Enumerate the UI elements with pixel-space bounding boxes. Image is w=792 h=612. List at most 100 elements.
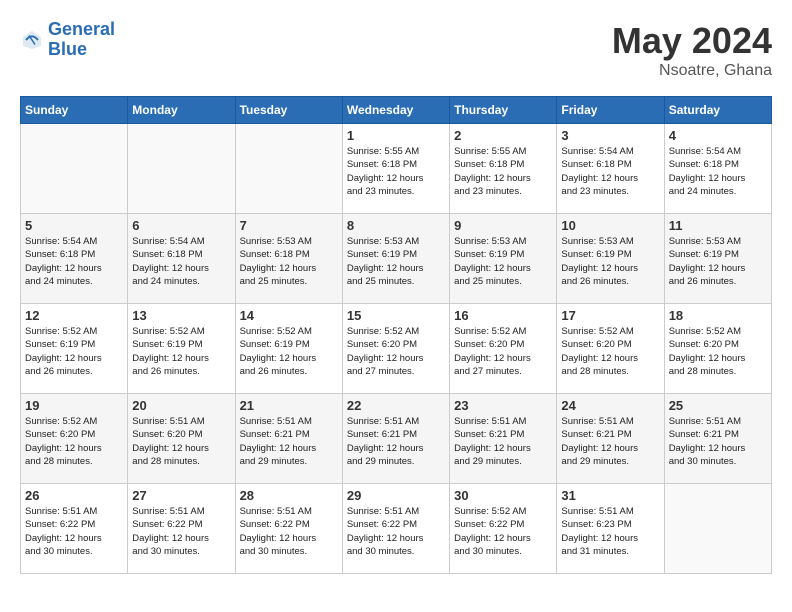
day-number: 12: [25, 308, 123, 323]
day-number: 24: [561, 398, 659, 413]
calendar-day-cell: 22 Sunrise: 5:51 AM Sunset: 6:21 PM Dayli…: [342, 394, 449, 484]
day-info: Sunrise: 5:52 AM Sunset: 6:19 PM Dayligh…: [25, 325, 123, 378]
day-number: 20: [132, 398, 230, 413]
day-info: Sunrise: 5:51 AM Sunset: 6:22 PM Dayligh…: [25, 505, 123, 558]
day-number: 3: [561, 128, 659, 143]
calendar-day-cell: 2Sunrise: 5:55 AM Sunset: 6:18 PM Daylig…: [450, 124, 557, 214]
calendar-day-cell: 20 Sunrise: 5:51 AM Sunset: 6:20 PM Dayli…: [128, 394, 235, 484]
day-info: Sunrise: 5:52 AM Sunset: 6:22 PM Dayligh…: [454, 505, 552, 558]
day-number: 9: [454, 218, 552, 233]
calendar-day-cell: 3 Sunrise: 5:54 AM Sunset: 6:18 PM Daylig…: [557, 124, 664, 214]
calendar-table: SundayMondayTuesdayWednesdayThursdayFrid…: [20, 96, 772, 574]
month-year: May 2024: [612, 20, 772, 62]
weekday-header-cell: Friday: [557, 97, 664, 124]
day-number: 8: [347, 218, 445, 233]
day-info: Sunrise: 5:54 AM Sunset: 6:18 PM Dayligh…: [669, 145, 767, 198]
calendar-day-cell: [235, 124, 342, 214]
day-number: 4: [669, 128, 767, 143]
day-info: Sunrise: 5:53 AM Sunset: 6:19 PM Dayligh…: [669, 235, 767, 288]
page-header: General Blue May 2024 Nsoatre, Ghana: [20, 20, 772, 80]
day-number: 6: [132, 218, 230, 233]
calendar-day-cell: 12 Sunrise: 5:52 AM Sunset: 6:19 PM Dayli…: [21, 304, 128, 394]
day-number: 2: [454, 128, 552, 143]
day-info: Sunrise: 5:51 AM Sunset: 6:21 PM Dayligh…: [561, 415, 659, 468]
day-info: Sunrise: 5:54 AM Sunset: 6:18 PM Dayligh…: [561, 145, 659, 198]
day-info: Sunrise: 5:51 AM Sunset: 6:21 PM Dayligh…: [347, 415, 445, 468]
day-info: Sunrise: 5:51 AM Sunset: 6:22 PM Dayligh…: [132, 505, 230, 558]
day-number: 5: [25, 218, 123, 233]
calendar-week-row: 26 Sunrise: 5:51 AM Sunset: 6:22 PM Dayli…: [21, 484, 772, 574]
day-number: 28: [240, 488, 338, 503]
calendar-day-cell: 6 Sunrise: 5:54 AM Sunset: 6:18 PM Daylig…: [128, 214, 235, 304]
day-info: Sunrise: 5:53 AM Sunset: 6:18 PM Dayligh…: [240, 235, 338, 288]
weekday-header-cell: Thursday: [450, 97, 557, 124]
day-info: Sunrise: 5:52 AM Sunset: 6:19 PM Dayligh…: [240, 325, 338, 378]
calendar-week-row: 19Sunrise: 5:52 AM Sunset: 6:20 PM Dayli…: [21, 394, 772, 484]
day-number: 29: [347, 488, 445, 503]
calendar-day-cell: 17Sunrise: 5:52 AM Sunset: 6:20 PM Dayli…: [557, 304, 664, 394]
day-info: Sunrise: 5:53 AM Sunset: 6:19 PM Dayligh…: [347, 235, 445, 288]
title-block: May 2024 Nsoatre, Ghana: [612, 20, 772, 80]
calendar-day-cell: 30 Sunrise: 5:52 AM Sunset: 6:22 PM Dayli…: [450, 484, 557, 574]
calendar-week-row: 12 Sunrise: 5:52 AM Sunset: 6:19 PM Dayli…: [21, 304, 772, 394]
day-info: Sunrise: 5:51 AM Sunset: 6:21 PM Dayligh…: [240, 415, 338, 468]
day-info: Sunrise: 5:51 AM Sunset: 6:21 PM Dayligh…: [454, 415, 552, 468]
calendar-day-cell: 31 Sunrise: 5:51 AM Sunset: 6:23 PM Dayli…: [557, 484, 664, 574]
calendar-day-cell: [21, 124, 128, 214]
day-info: Sunrise: 5:52 AM Sunset: 6:20 PM Dayligh…: [25, 415, 123, 468]
logo: General Blue: [20, 20, 115, 60]
calendar-day-cell: [664, 484, 771, 574]
day-number: 15: [347, 308, 445, 323]
day-number: 10: [561, 218, 659, 233]
day-number: 14: [240, 308, 338, 323]
day-info: Sunrise: 5:51 AM Sunset: 6:21 PM Dayligh…: [669, 415, 767, 468]
day-info: Sunrise: 5:52 AM Sunset: 6:20 PM Dayligh…: [454, 325, 552, 378]
calendar-day-cell: 11Sunrise: 5:53 AM Sunset: 6:19 PM Dayli…: [664, 214, 771, 304]
day-number: 22: [347, 398, 445, 413]
day-info: Sunrise: 5:51 AM Sunset: 6:22 PM Dayligh…: [347, 505, 445, 558]
calendar-day-cell: 10Sunrise: 5:53 AM Sunset: 6:19 PM Dayli…: [557, 214, 664, 304]
calendar-day-cell: 7 Sunrise: 5:53 AM Sunset: 6:18 PM Daylig…: [235, 214, 342, 304]
calendar-week-row: 5 Sunrise: 5:54 AM Sunset: 6:18 PM Daylig…: [21, 214, 772, 304]
logo-blue: Blue: [48, 39, 87, 59]
calendar-day-cell: 4 Sunrise: 5:54 AM Sunset: 6:18 PM Daylig…: [664, 124, 771, 214]
day-info: Sunrise: 5:52 AM Sunset: 6:20 PM Dayligh…: [669, 325, 767, 378]
day-info: Sunrise: 5:51 AM Sunset: 6:20 PM Dayligh…: [132, 415, 230, 468]
day-number: 31: [561, 488, 659, 503]
calendar-day-cell: 5 Sunrise: 5:54 AM Sunset: 6:18 PM Daylig…: [21, 214, 128, 304]
day-info: Sunrise: 5:54 AM Sunset: 6:18 PM Dayligh…: [132, 235, 230, 288]
calendar-day-cell: 9 Sunrise: 5:53 AM Sunset: 6:19 PM Daylig…: [450, 214, 557, 304]
day-info: Sunrise: 5:53 AM Sunset: 6:19 PM Dayligh…: [454, 235, 552, 288]
day-info: Sunrise: 5:54 AM Sunset: 6:18 PM Dayligh…: [25, 235, 123, 288]
day-number: 30: [454, 488, 552, 503]
day-number: 23: [454, 398, 552, 413]
calendar-day-cell: 14 Sunrise: 5:52 AM Sunset: 6:19 PM Dayli…: [235, 304, 342, 394]
day-number: 25: [669, 398, 767, 413]
day-info: Sunrise: 5:51 AM Sunset: 6:22 PM Dayligh…: [240, 505, 338, 558]
calendar-day-cell: 24 Sunrise: 5:51 AM Sunset: 6:21 PM Dayli…: [557, 394, 664, 484]
weekday-header-cell: Monday: [128, 97, 235, 124]
calendar-day-cell: 29 Sunrise: 5:51 AM Sunset: 6:22 PM Dayli…: [342, 484, 449, 574]
weekday-header-cell: Saturday: [664, 97, 771, 124]
calendar-day-cell: 16Sunrise: 5:52 AM Sunset: 6:20 PM Dayli…: [450, 304, 557, 394]
day-number: 1: [347, 128, 445, 143]
calendar-day-cell: 26 Sunrise: 5:51 AM Sunset: 6:22 PM Dayli…: [21, 484, 128, 574]
day-number: 13: [132, 308, 230, 323]
calendar-day-cell: 1Sunrise: 5:55 AM Sunset: 6:18 PM Daylig…: [342, 124, 449, 214]
calendar-day-cell: 18 Sunrise: 5:52 AM Sunset: 6:20 PM Dayli…: [664, 304, 771, 394]
day-number: 21: [240, 398, 338, 413]
day-number: 18: [669, 308, 767, 323]
day-info: Sunrise: 5:52 AM Sunset: 6:20 PM Dayligh…: [561, 325, 659, 378]
logo-icon: [20, 28, 44, 52]
calendar-day-cell: 27Sunrise: 5:51 AM Sunset: 6:22 PM Dayli…: [128, 484, 235, 574]
day-info: Sunrise: 5:52 AM Sunset: 6:19 PM Dayligh…: [132, 325, 230, 378]
day-number: 7: [240, 218, 338, 233]
logo-general: General: [48, 19, 115, 39]
day-number: 26: [25, 488, 123, 503]
calendar-day-cell: 15Sunrise: 5:52 AM Sunset: 6:20 PM Dayli…: [342, 304, 449, 394]
calendar-day-cell: 13 Sunrise: 5:52 AM Sunset: 6:19 PM Dayli…: [128, 304, 235, 394]
calendar-day-cell: [128, 124, 235, 214]
weekday-header-cell: Sunday: [21, 97, 128, 124]
weekday-header-row: SundayMondayTuesdayWednesdayThursdayFrid…: [21, 97, 772, 124]
day-info: Sunrise: 5:51 AM Sunset: 6:23 PM Dayligh…: [561, 505, 659, 558]
